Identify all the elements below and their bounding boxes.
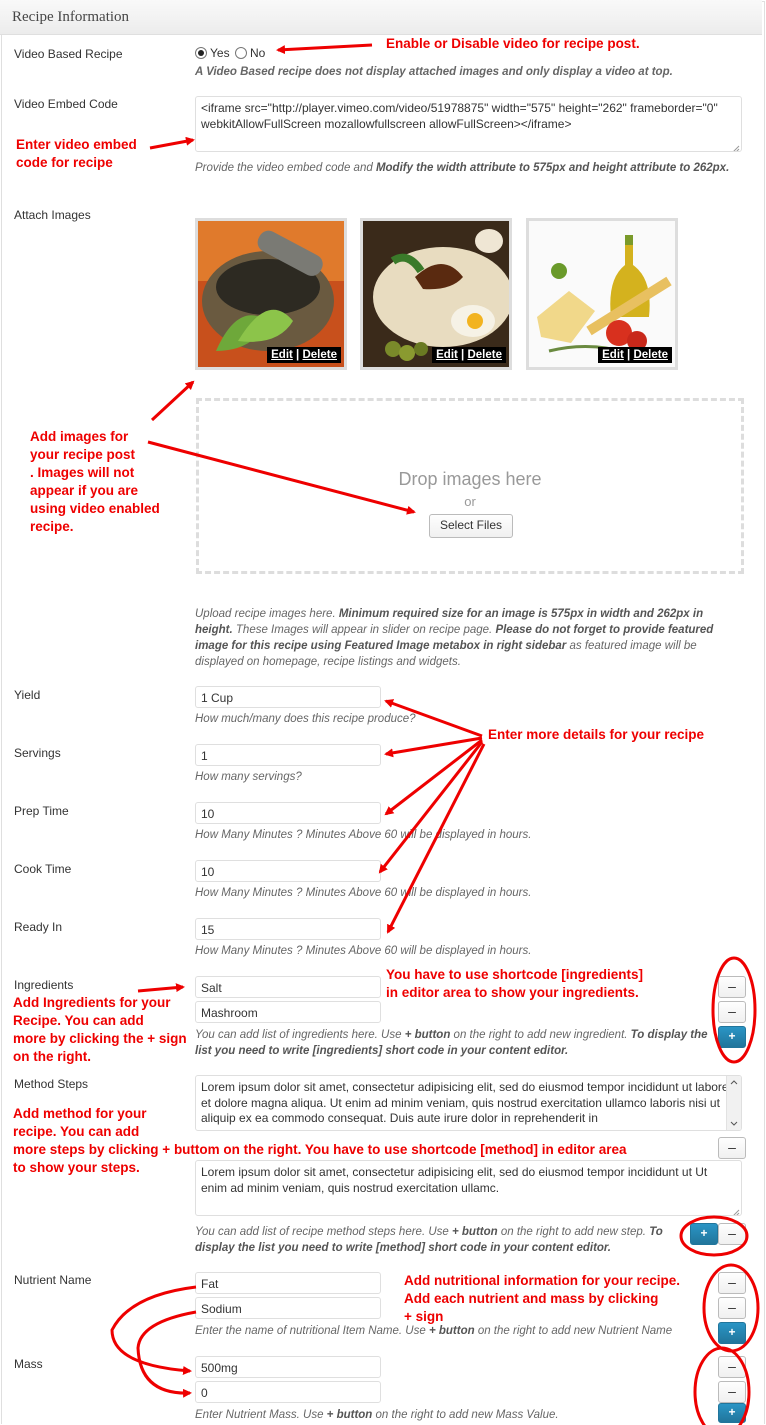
servings-input[interactable]: 1 [195, 744, 381, 766]
note-video-toggle: Enable or Disable video for recipe post. [386, 36, 640, 51]
add-step-button[interactable]: + [690, 1223, 718, 1245]
select-files-button[interactable]: Select Files [429, 514, 513, 538]
mass-desc: Enter Nutrient Mass. Use + button on the… [195, 1409, 559, 1421]
ingredient-input-2[interactable]: Mashroom [195, 1001, 381, 1023]
image-thumb-3: Edit | Delete [526, 218, 678, 370]
resize-handle-icon[interactable] [732, 1206, 740, 1215]
radio-yes-label[interactable]: Yes [210, 46, 230, 60]
thumb-2-actions: Edit | Delete [432, 347, 506, 363]
breakfast-plate-image-icon [363, 221, 509, 367]
remove-mass-button[interactable]: – [718, 1381, 746, 1403]
thumb-3-actions: Edit | Delete [598, 347, 672, 363]
note-ingredients-shortcode: You have to use shortcode [ingredients] i… [386, 967, 644, 1000]
note-details: Enter more details for your recipe [488, 727, 705, 742]
delete-link[interactable]: Delete [633, 349, 668, 361]
drop-title: Drop images here [398, 469, 542, 489]
delete-link[interactable]: Delete [302, 349, 337, 361]
cook-time-label: Cook Time [14, 862, 72, 876]
add-mass-button[interactable]: + [718, 1403, 746, 1423]
radio-no-label[interactable]: No [250, 46, 265, 60]
remove-nutrient-button[interactable]: – [718, 1272, 746, 1294]
ready-in-input[interactable]: 15 [195, 918, 381, 940]
note-nutrition: Add nutritional information for your rec… [404, 1273, 681, 1324]
cook-time-desc: How Many Minutes ? Minutes Above 60 will… [195, 887, 532, 899]
prep-time-label: Prep Time [14, 804, 69, 818]
embed-code-textarea[interactable]: <iframe src="http://player.vimeo.com/vid… [195, 96, 742, 152]
image-thumb-2: Edit | Delete [360, 218, 512, 370]
prep-time-input[interactable]: 10 [195, 802, 381, 824]
ready-in-desc: How Many Minutes ? Minutes Above 60 will… [195, 945, 532, 957]
yield-label: Yield [14, 688, 41, 702]
embed-desc: Provide the video embed code and Modify … [195, 162, 730, 174]
panel-title: Recipe Information [12, 9, 130, 25]
remove-step-button[interactable]: – [718, 1137, 746, 1159]
method-steps-label: Method Steps [14, 1077, 89, 1091]
prep-time-desc: How Many Minutes ? Minutes Above 60 will… [195, 829, 532, 841]
drop-or: or [464, 494, 476, 509]
servings-label: Servings [14, 746, 61, 760]
mass-input-1[interactable]: 500mg [195, 1356, 381, 1378]
remove-ingredient-button[interactable]: – [718, 1001, 746, 1023]
remove-ingredient-button[interactable]: – [718, 976, 746, 998]
video-based-label: Video Based Recipe [14, 47, 123, 61]
mortar-image-icon [198, 221, 344, 367]
resize-handle-icon[interactable] [732, 142, 740, 151]
note-method: Add method for your recipe. You can add mo… [13, 1106, 627, 1175]
edit-link[interactable]: Edit [602, 349, 624, 361]
video-based-desc: A Video Based recipe does not display at… [195, 66, 673, 78]
delete-link[interactable]: Delete [467, 349, 502, 361]
add-ingredient-button[interactable]: + [718, 1026, 746, 1048]
attach-images-label: Attach Images [14, 208, 91, 222]
embed-code-value: <iframe src="http://player.vimeo.com/vid… [201, 101, 718, 131]
radio-no[interactable] [235, 47, 247, 59]
nutrient-input-2[interactable]: Sodium [195, 1297, 381, 1319]
yield-desc: How much/many does this recipe produce? [195, 713, 416, 725]
panel-header[interactable]: Recipe Information [0, 0, 762, 35]
ingredients-desc: You can add list of ingredients here. Us… [195, 1029, 708, 1057]
mass-input-2[interactable]: 0 [195, 1381, 381, 1403]
nutrient-name-label: Nutrient Name [14, 1273, 92, 1287]
cook-time-input[interactable]: 10 [195, 860, 381, 882]
textarea-scrollbar[interactable] [726, 1076, 741, 1130]
ready-in-label: Ready In [14, 920, 63, 934]
ingredients-label: Ingredients [14, 978, 74, 992]
ingredient-input-1[interactable]: Salt [195, 976, 381, 998]
note-images: Add images for your recipe post. Images w… [30, 429, 160, 534]
note-embed: Enter video embed code for recipe [16, 137, 137, 170]
pasta-oil-image-icon [529, 221, 675, 367]
edit-link[interactable]: Edit [271, 349, 293, 361]
servings-desc: How many servings? [195, 771, 302, 783]
image-drop-zone[interactable]: Drop images here or Select Files [196, 398, 744, 574]
edit-link[interactable]: Edit [436, 349, 458, 361]
thumb-1-actions: Edit | Delete [267, 347, 341, 363]
images-desc: Upload recipe images here. Minimum requi… [195, 608, 714, 668]
remove-step-button[interactable]: – [718, 1223, 746, 1245]
embed-label: Video Embed Code [14, 97, 118, 111]
image-thumb-1: Edit | Delete [195, 218, 347, 370]
remove-nutrient-button[interactable]: – [718, 1297, 746, 1319]
radio-dot [198, 50, 204, 56]
yield-input[interactable]: 1 Cup [195, 686, 381, 708]
nutrient-input-1[interactable]: Fat [195, 1272, 381, 1294]
mass-label: Mass [14, 1357, 43, 1371]
remove-mass-button[interactable]: – [718, 1356, 746, 1378]
note-ingredients: Add Ingredients for your Recipe. You can … [13, 995, 187, 1064]
method-desc: You can add list of recipe method steps … [195, 1226, 663, 1254]
add-nutrient-button[interactable]: + [718, 1322, 746, 1344]
radio-yes[interactable] [195, 47, 207, 59]
